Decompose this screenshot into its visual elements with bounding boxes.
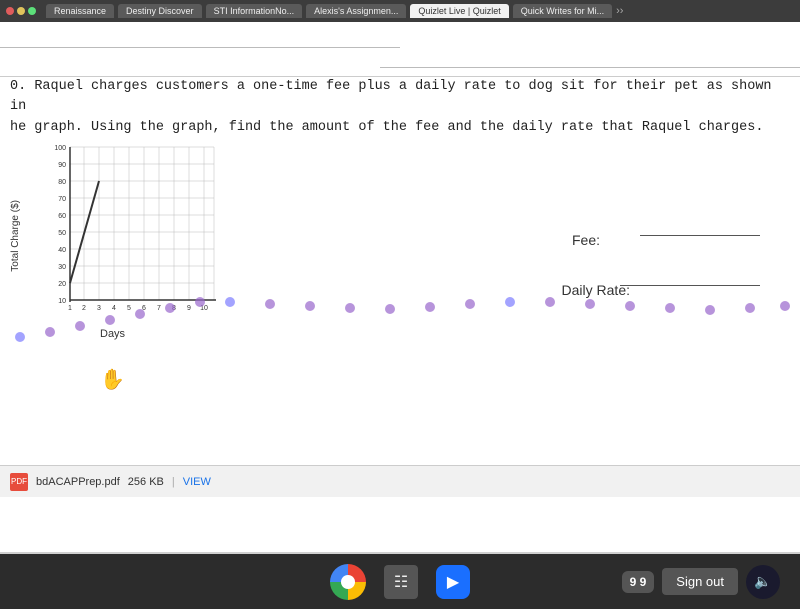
tab-sti[interactable]: STI InformationNo...	[206, 4, 303, 18]
rate-answer-line	[620, 285, 760, 286]
top-decoration	[0, 22, 800, 77]
svg-text:10: 10	[200, 305, 208, 310]
window-maximize-dot[interactable]	[28, 7, 36, 15]
svg-text:5: 5	[127, 305, 131, 310]
signout-button[interactable]: Sign out	[662, 568, 738, 595]
taskbar: ☷ ▶ 9 9 Sign out 🔈	[0, 554, 800, 609]
volume-icon[interactable]: 🔈	[746, 565, 780, 599]
problem-line1: Raquel charges customers a one-time fee …	[10, 79, 772, 114]
problem-number: 0.	[10, 79, 26, 94]
svg-text:80: 80	[58, 179, 66, 186]
files-icon[interactable]: ☷	[384, 565, 418, 599]
tab-alexis[interactable]: Alexis's Assignmen...	[306, 4, 406, 18]
pdf-icon: PDF	[10, 473, 28, 491]
svg-text:60: 60	[58, 213, 66, 220]
separator: |	[172, 476, 175, 488]
problem-text: 0. Raquel charges customers a one-time f…	[10, 77, 790, 138]
fee-label: Fee:	[572, 232, 600, 248]
download-bar: PDF bdACAPPrep.pdf 256 KB | VIEW	[0, 465, 800, 497]
tab-renaissance[interactable]: Renaissance	[46, 4, 114, 18]
svg-text:70: 70	[58, 196, 66, 203]
taskbar-right: 9 9 Sign out 🔈	[622, 565, 780, 599]
cursor-icon: ✋	[100, 367, 125, 392]
x-axis-label: Days	[100, 328, 125, 340]
svg-text:20: 20	[58, 281, 66, 288]
tabs-overflow-icon[interactable]: ››	[616, 5, 623, 17]
window-close-dot[interactable]	[6, 7, 14, 15]
svg-text:2: 2	[82, 305, 86, 310]
chrome-icon[interactable]	[330, 564, 366, 600]
browser-bar: Renaissance Destiny Discover STI Informa…	[0, 0, 800, 22]
window-minimize-dot[interactable]	[17, 7, 25, 15]
tab-destiny[interactable]: Destiny Discover	[118, 4, 202, 18]
svg-text:9: 9	[187, 305, 191, 310]
fee-answer-line	[640, 235, 760, 236]
zoom-icon[interactable]: ▶	[436, 565, 470, 599]
tab-quizlet[interactable]: Quizlet Live | Quizlet	[410, 4, 508, 18]
svg-text:100: 100	[54, 145, 66, 152]
graph-svg: 100 90 80 70 60 50 40 30 20 10 1 2 3 4 5…	[52, 140, 220, 310]
problem-line2: he graph. Using the graph, find the amou…	[10, 120, 763, 135]
tab-quickwrites[interactable]: Quick Writes for Mi...	[513, 4, 612, 18]
view-link[interactable]: VIEW	[183, 476, 211, 488]
download-filename: bdACAPPrep.pdf	[36, 476, 120, 488]
svg-text:1: 1	[68, 305, 72, 310]
svg-text:10: 10	[58, 298, 66, 305]
counter-badge: 9 9	[622, 571, 655, 593]
main-content: 0. Raquel charges customers a one-time f…	[0, 22, 800, 552]
svg-text:30: 30	[58, 264, 66, 271]
svg-text:40: 40	[58, 247, 66, 254]
svg-text:8: 8	[172, 305, 176, 310]
svg-text:90: 90	[58, 162, 66, 169]
svg-text:6: 6	[142, 305, 146, 310]
svg-text:50: 50	[58, 230, 66, 237]
svg-text:7: 7	[157, 305, 161, 310]
svg-text:3: 3	[97, 305, 101, 310]
download-size: 256 KB	[128, 476, 164, 488]
graph-container: Total Charge ($)	[10, 140, 225, 340]
y-axis-label: Total Charge ($)	[10, 200, 21, 272]
svg-text:4: 4	[112, 305, 116, 310]
